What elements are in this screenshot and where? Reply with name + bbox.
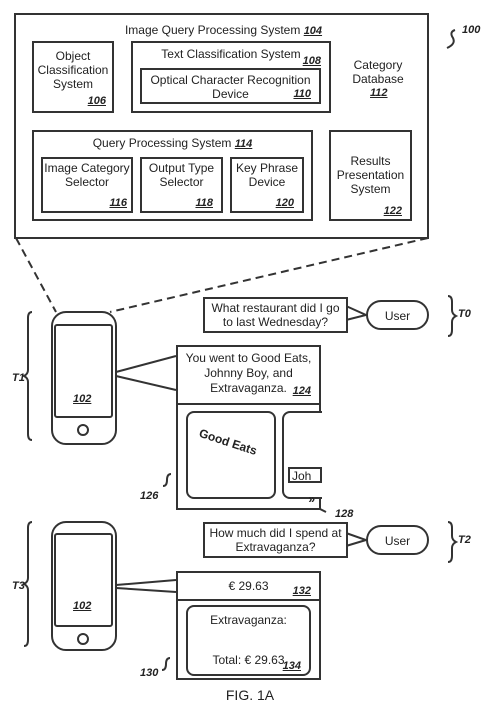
- qps-ref: 114: [234, 138, 253, 150]
- time-t3: T3: [12, 580, 25, 592]
- r1-ref: 124: [292, 385, 311, 397]
- figure-caption: FIG. 1A: [225, 687, 275, 703]
- q1-text: What restaurant did I go to last Wednesd…: [211, 301, 340, 329]
- iqps-ref: 104: [303, 25, 323, 37]
- user-node-2: User: [366, 525, 429, 555]
- ots-ref: 118: [195, 197, 213, 209]
- image-category-selector: Image Category Selector 116: [41, 157, 133, 213]
- phone-ref-2: 102: [73, 600, 92, 612]
- next-arrow-icon[interactable]: »: [308, 492, 315, 506]
- object-classification-system: Object Classification System 106: [32, 41, 114, 113]
- rps-ref: 122: [383, 205, 402, 217]
- kpd-label: Key Phrase Device: [235, 161, 299, 189]
- ots-label: Output Type Selector: [148, 161, 215, 189]
- r1-arrow-ref: 128: [335, 508, 354, 520]
- db-ref: 112: [370, 87, 388, 99]
- ocr-device: Optical Character Recognition Device 110: [140, 68, 321, 104]
- kpd-ref: 120: [275, 197, 294, 209]
- ocs-ref: 106: [87, 95, 106, 107]
- response-card-1: You went to Good Eats, Johnny Boy, and E…: [176, 345, 322, 510]
- time-t1: T1: [12, 372, 25, 384]
- receipt-ref: 134: [282, 660, 301, 672]
- ocr-label: Optical Character Recognition Device: [150, 73, 311, 101]
- results-presentation-system: Results Presentation System 122: [329, 130, 412, 221]
- img2-label: Joh: [292, 469, 312, 483]
- rps-label: Results Presentation System: [336, 154, 405, 196]
- patent-figure: Image Query Processing System 104 100 Ob…: [0, 0, 500, 717]
- iqps-title: Image Query Processing System: [124, 23, 301, 37]
- key-phrase-device: Key Phrase Device 120: [230, 157, 304, 213]
- image-card-johnny-boy[interactable]: Joh: [282, 411, 322, 499]
- ics-ref: 116: [109, 197, 127, 209]
- ocr-ref: 110: [293, 88, 311, 100]
- figure-ref: 100: [462, 24, 481, 36]
- r1-card-ref: 126: [140, 490, 159, 502]
- qps-label: Query Processing System: [92, 136, 232, 150]
- img1-label: Good Eats: [197, 426, 259, 458]
- user-label-2: User: [384, 534, 411, 548]
- time-t2: T2: [458, 534, 471, 546]
- ics-label: Image Category Selector: [44, 161, 130, 189]
- time-t0: T0: [458, 308, 471, 320]
- query-bubble-2: How much did I spend at Extravaganza?: [203, 522, 348, 558]
- tcs-ref: 108: [302, 55, 321, 67]
- query-bubble-1: What restaurant did I go to last Wednesd…: [203, 297, 348, 333]
- tcs-label: Text Classification System: [161, 47, 301, 61]
- user-node-1: User: [366, 300, 429, 330]
- r2-ref: 132: [292, 585, 311, 597]
- image-card-good-eats[interactable]: Good Eats: [186, 411, 276, 499]
- output-type-selector: Output Type Selector 118: [140, 157, 223, 213]
- response-card-2: € 29.63 132 Extravaganza: Total: € 29.63…: [176, 571, 321, 680]
- receipt-title: Extravaganza:: [210, 613, 287, 627]
- r2-card-ref: 130: [140, 667, 159, 679]
- q2-text: How much did I spend at Extravaganza?: [209, 526, 342, 554]
- ocs-label: Object Classification System: [37, 49, 109, 91]
- receipt-image[interactable]: Extravaganza: Total: € 29.63 134: [186, 605, 311, 676]
- db-label: Category Database: [352, 58, 404, 86]
- phone-ref-1: 102: [73, 393, 92, 405]
- user-label-1: User: [384, 309, 411, 323]
